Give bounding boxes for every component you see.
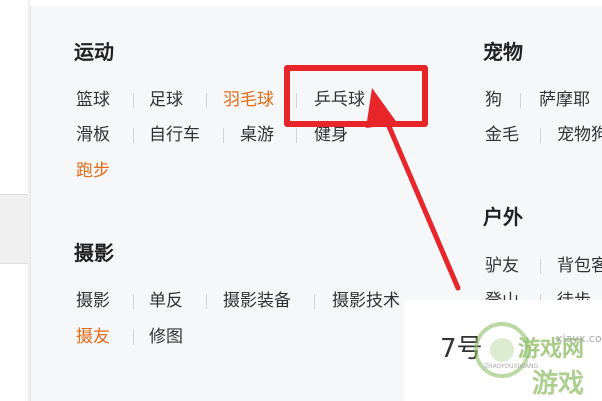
tag-golden-retriever[interactable]: 金毛 [485, 125, 519, 145]
tag-photo-retouch[interactable]: 修图 [149, 327, 183, 347]
category-title-photography: 摄影 [74, 241, 114, 265]
tag-fitness[interactable]: 健身 [314, 125, 348, 145]
left-card-bottom [0, 263, 28, 401]
watermark-url: xiayx.com [556, 332, 602, 345]
category-title-sports: 运动 [74, 40, 114, 64]
tag-backpacker[interactable]: 背包客 [557, 256, 602, 276]
left-sidebar [0, 0, 30, 401]
tag-pet-dog[interactable]: 宠物狗 [557, 125, 602, 145]
divider [133, 330, 134, 345]
watermark-logo-icon: 游戏网 xiayx.com ZHAOYOUXIWANG 游戏 [474, 322, 602, 399]
divider [223, 128, 224, 143]
divider [540, 259, 541, 274]
divider [206, 93, 207, 108]
tag-dslr[interactable]: 单反 [149, 291, 183, 311]
category-title-outdoors: 户外 [483, 205, 523, 229]
tag-photography[interactable]: 摄影 [76, 291, 110, 311]
divider [520, 93, 521, 108]
tag-football[interactable]: 足球 [149, 90, 183, 110]
divider [540, 128, 541, 143]
highlight-box [284, 65, 428, 127]
divider [133, 128, 134, 143]
tag-camera-gear[interactable]: 摄影装备 [223, 291, 291, 311]
tag-travel-buddy[interactable]: 驴友 [485, 256, 519, 276]
tag-badminton[interactable]: 羽毛球 [223, 90, 274, 110]
divider [296, 128, 297, 143]
tag-basketball[interactable]: 篮球 [76, 90, 110, 110]
tag-samoyed[interactable]: 萨摩耶 [539, 90, 590, 110]
watermark-pinyin: ZHAOYOUXIWANG [484, 363, 539, 370]
tag-photo-technique[interactable]: 摄影技术 [332, 291, 400, 311]
tag-skateboard[interactable]: 滑板 [76, 125, 110, 145]
tag-dog[interactable]: 狗 [485, 90, 502, 110]
divider [206, 294, 207, 309]
tag-cycling[interactable]: 自行车 [149, 125, 200, 145]
watermark-subtext: 游戏 [532, 369, 584, 399]
tag-photo-friends[interactable]: 摄友 [76, 327, 110, 347]
tag-board-games[interactable]: 桌游 [240, 125, 274, 145]
divider [133, 294, 134, 309]
divider [314, 294, 315, 309]
tag-running[interactable]: 跑步 [76, 161, 110, 181]
category-title-pets: 宠物 [483, 40, 523, 64]
left-card-top [0, 0, 28, 195]
divider [133, 93, 134, 108]
